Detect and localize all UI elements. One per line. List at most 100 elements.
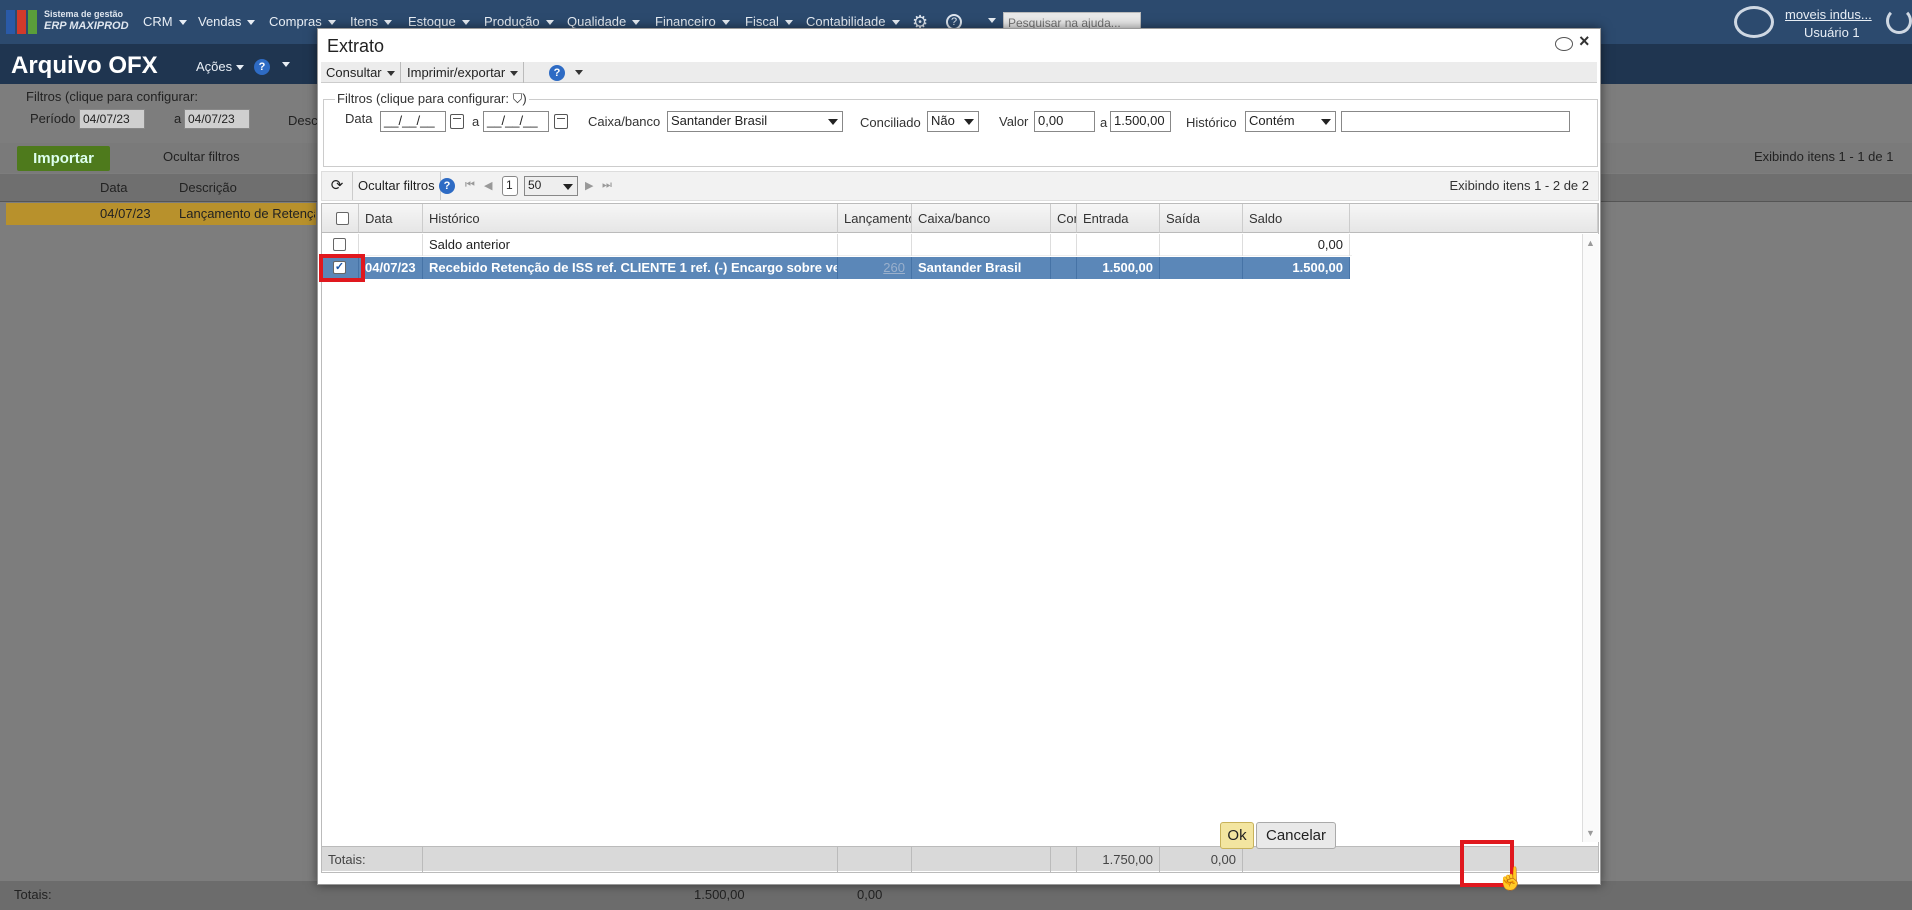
bg-period-to[interactable]: 04/07/23	[184, 109, 250, 129]
power-icon[interactable]	[1886, 8, 1912, 34]
logo-subtitle: Sistema de gestão	[44, 9, 124, 19]
col-data[interactable]: Data	[359, 204, 423, 233]
help-dropdown-icon[interactable]	[988, 18, 996, 23]
table-row[interactable]: Saldo anterior 0,00	[322, 234, 1352, 256]
bg-col-descricao[interactable]: Descrição	[179, 180, 237, 195]
filters-panel	[323, 99, 1598, 167]
row-entrada	[1077, 234, 1160, 256]
col-historico[interactable]: Histórico	[423, 204, 838, 233]
menu-vendas[interactable]: Vendas	[198, 14, 255, 29]
company-link[interactable]: moveis indus...	[1785, 7, 1872, 22]
menu-producao[interactable]: Produção	[484, 14, 554, 29]
bg-showing: Exibindo itens 1 - 1 de 1	[1754, 149, 1894, 164]
menu-fiscal[interactable]: Fiscal	[745, 14, 793, 29]
import-button[interactable]: Importar	[17, 146, 110, 171]
historico-mode-select[interactable]: Contém	[1245, 111, 1336, 132]
col-caixa-banco[interactable]: Caixa/banco	[912, 204, 1051, 233]
menu-crm[interactable]: CRM	[143, 14, 187, 29]
page-help-dropdown-icon[interactable]	[282, 62, 290, 67]
imprimir-label: Imprimir/exportar	[407, 65, 506, 80]
date-to-input[interactable]: __/__/__	[483, 111, 549, 132]
col-conciliado[interactable]: Con	[1051, 204, 1077, 233]
col-saldo[interactable]: Saldo	[1243, 204, 1350, 233]
bg-totals-label: Totais:	[14, 887, 52, 902]
last-page-icon[interactable]: ⏭	[602, 179, 612, 192]
totals-saida: 0,00	[1160, 847, 1243, 872]
totals-entrada: 1.750,00	[1077, 847, 1160, 872]
scroll-down-icon[interactable]: ▼	[1586, 828, 1595, 838]
row-con	[1051, 234, 1077, 256]
refresh-icon[interactable]: ⟳	[322, 172, 353, 200]
caixa-select[interactable]: Santander Brasil	[667, 111, 843, 132]
menu-compras[interactable]: Compras	[269, 14, 336, 29]
row-historico: Recebido Retenção de ISS ref. CLIENTE 1 …	[423, 257, 838, 279]
menu-estoque[interactable]: Estoque	[408, 14, 470, 29]
page-help-icon[interactable]: ?	[254, 59, 270, 75]
comment-icon[interactable]	[1555, 37, 1573, 51]
consultar-menu[interactable]: Consultar	[321, 62, 401, 83]
row-lancamento-link[interactable]: 260	[838, 257, 912, 279]
data-label: Data	[345, 111, 373, 126]
totals-filler	[912, 847, 1051, 872]
date-from-input[interactable]: __/__/__	[380, 111, 446, 132]
filters-legend-text: Filtros (clique para configurar:	[337, 91, 509, 106]
chat-icon[interactable]	[1734, 6, 1774, 38]
bg-totals-row	[0, 881, 1912, 910]
conciliado-select[interactable]: Não	[927, 111, 979, 132]
page-number-input[interactable]: 1	[502, 176, 518, 196]
next-page-icon[interactable]: ▶	[585, 179, 593, 192]
actions-menu[interactable]: Ações	[196, 59, 245, 74]
col-saida[interactable]: Saída	[1160, 204, 1243, 233]
totals-filler	[1051, 847, 1077, 872]
dialog-menubar: Consultar Imprimir/exportar ?	[321, 62, 1597, 83]
calendar-icon[interactable]	[554, 114, 568, 129]
select-all-header[interactable]	[322, 204, 359, 233]
vertical-scrollbar[interactable]: ▲ ▼	[1582, 234, 1599, 842]
menu-itens[interactable]: Itens	[350, 14, 392, 29]
close-icon[interactable]: ×	[1579, 31, 1590, 52]
maxiprod-logo[interactable]	[6, 10, 40, 34]
table-row-selected[interactable]: ✓ 04/07/23 Recebido Retenção de ISS ref.…	[322, 257, 1352, 279]
totals-label: Totais:	[322, 847, 423, 872]
bg-col-data[interactable]: Data	[100, 180, 127, 195]
user-menu[interactable]: Usuário 1	[1804, 25, 1860, 40]
totals-filler	[838, 847, 912, 872]
bg-hide-filters[interactable]: Ocultar filtros	[163, 149, 240, 164]
menu-financeiro[interactable]: Financeiro	[655, 14, 730, 29]
dialog-help-icon[interactable]: ?	[549, 65, 565, 81]
cancel-button[interactable]: Cancelar	[1256, 822, 1336, 849]
grid-help-icon[interactable]: ?	[439, 178, 455, 194]
bg-filters-legend: Filtros (clique para configurar:	[26, 89, 198, 104]
totals-row: Totais: 1.750,00 0,00	[322, 846, 1598, 872]
scroll-up-icon[interactable]: ▲	[1586, 238, 1595, 248]
col-lancamento[interactable]: Lançamento	[838, 204, 912, 233]
ok-button[interactable]: Ok	[1220, 822, 1254, 849]
filters-legend[interactable]: Filtros (clique para configurar: ⛉)	[335, 91, 529, 107]
imprimir-exportar-menu[interactable]: Imprimir/exportar	[402, 62, 525, 83]
calendar-icon[interactable]	[450, 114, 464, 129]
valor-to-input[interactable]: 1.500,00	[1110, 111, 1171, 132]
page-size-select[interactable]: 50	[524, 176, 578, 196]
bg-row-date: 04/07/23	[100, 206, 151, 221]
dialog-help-dropdown-icon[interactable]	[575, 70, 583, 75]
prev-page-icon[interactable]: ◀	[484, 179, 492, 192]
valor-from-input[interactable]: 0,00	[1034, 111, 1095, 132]
hide-filters-button[interactable]: Ocultar filtros	[353, 172, 441, 200]
extrato-dialog: Extrato × Consultar Imprimir/exportar ? …	[317, 28, 1601, 885]
bg-desc-label: Desc	[288, 113, 318, 128]
bg-totals-out: 0,00	[857, 887, 883, 902]
conciliado-value: Não	[931, 113, 955, 128]
menu-qualidade[interactable]: Qualidade	[567, 14, 640, 29]
first-page-icon[interactable]: ⏮	[465, 179, 475, 192]
select-all-checkbox[interactable]	[336, 212, 349, 225]
bg-period-sep: a	[174, 111, 182, 126]
historico-input[interactable]	[1341, 111, 1570, 132]
col-entrada[interactable]: Entrada	[1077, 204, 1160, 233]
menu-contabilidade[interactable]: Contabilidade	[806, 14, 900, 29]
row-con	[1051, 257, 1077, 279]
row-lancamento	[838, 234, 912, 256]
row-checkbox[interactable]	[333, 238, 346, 251]
actions-label: Ações	[196, 59, 233, 74]
bg-period-from[interactable]: 04/07/23	[79, 109, 145, 129]
consultar-label: Consultar	[326, 65, 382, 80]
